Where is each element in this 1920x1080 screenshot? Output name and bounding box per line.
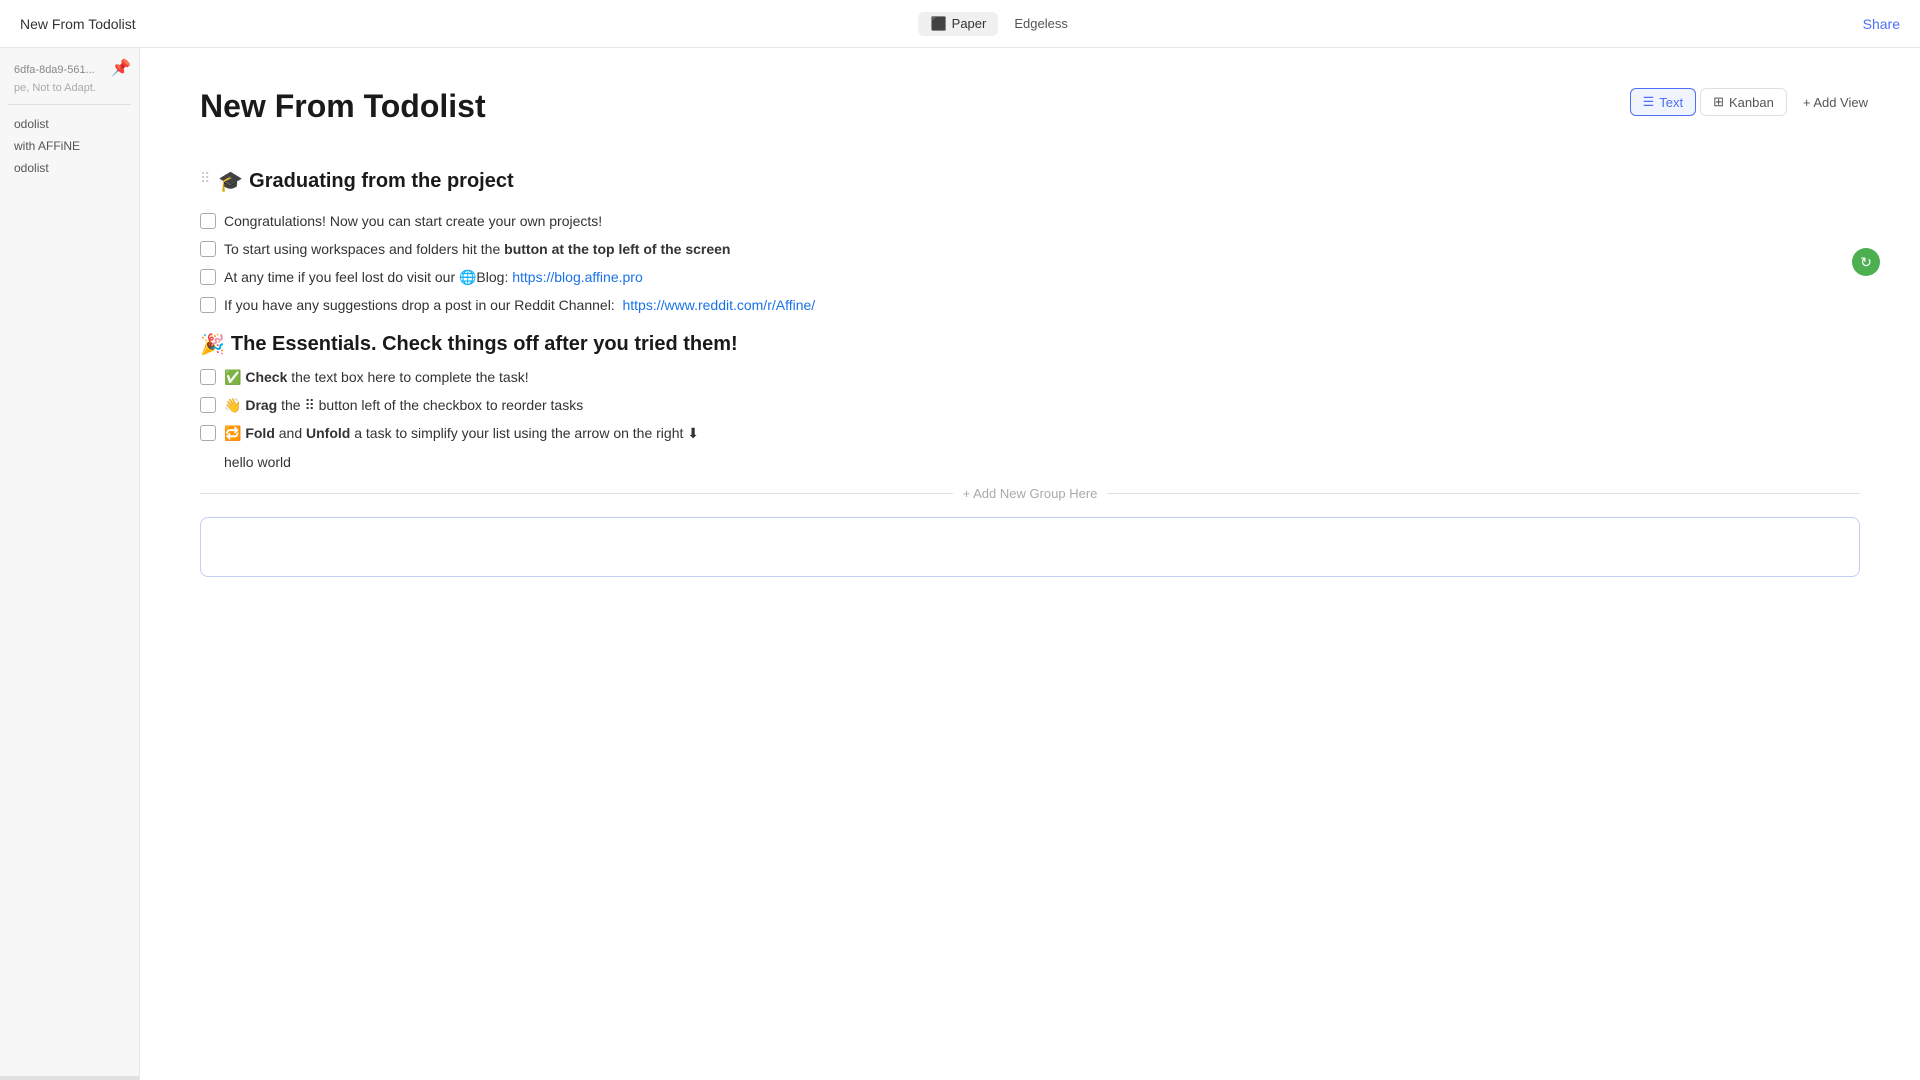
share-button[interactable]: Share	[1863, 16, 1900, 32]
page-title: New From Todolist	[200, 88, 1860, 125]
todo-text-2: To start using workspaces and folders hi…	[224, 239, 731, 260]
add-view-button[interactable]: + Add View	[1791, 90, 1880, 115]
list-icon: ☰	[1643, 94, 1655, 110]
checkbox-3[interactable]	[200, 269, 216, 285]
topbar: New From Todolist ⬛ Paper Edgeless Share	[0, 0, 1920, 48]
tab-paper[interactable]: ⬛ Paper	[918, 12, 998, 36]
drag-handle-1[interactable]: ⠿	[200, 170, 210, 187]
todo-text-3: At any time if you feel lost do visit ou…	[224, 267, 643, 288]
checkbox-7[interactable]	[200, 425, 216, 441]
affine-blog-link[interactable]: https://blog.affine.pro	[512, 269, 643, 285]
plain-text: hello world	[224, 454, 1860, 470]
todo-item-4: If you have any suggestions drop a post …	[200, 295, 1860, 316]
main-layout: 📌 6dfa-8da9-561... pe, Not to Adapt. odo…	[0, 48, 1920, 1080]
view-controls: ☰ Text ⊞ Kanban + Add View	[1630, 88, 1880, 116]
todo-item-7: 🔁 Fold and Unfold a task to simplify you…	[200, 423, 1860, 444]
checkbox-4[interactable]	[200, 297, 216, 313]
todo-text-5: ✅ Check the text box here to complete th…	[224, 367, 529, 388]
checkbox-5[interactable]	[200, 369, 216, 385]
sidebar: 📌 6dfa-8da9-561... pe, Not to Adapt. odo…	[0, 48, 140, 1080]
sidebar-divider	[8, 104, 131, 105]
checkbox-2[interactable]	[200, 241, 216, 257]
todo-item-5: ✅ Check the text box here to complete th…	[200, 367, 1860, 388]
section-graduating: ⠿ 🎓Graduating from the project Congratul…	[200, 153, 1860, 316]
section-heading-2: 🎉 The Essentials. Check things off after…	[200, 332, 1860, 357]
todo-text-1: Congratulations! Now you can start creat…	[224, 211, 602, 232]
reddit-link[interactable]: https://www.reddit.com/r/Affine/	[622, 297, 815, 313]
tab-edgeless[interactable]: Edgeless	[1002, 12, 1079, 35]
view-kanban-button[interactable]: ⊞ Kanban	[1700, 88, 1787, 116]
sidebar-item-sub: pe, Not to Adapt.	[8, 80, 131, 96]
paper-icon: ⬛	[930, 16, 946, 32]
graduation-emoji: 🎓	[218, 169, 243, 194]
view-text-button[interactable]: ☰ Text	[1630, 88, 1697, 116]
section-essentials: 🎉 The Essentials. Check things off after…	[200, 332, 1860, 444]
topbar-title: New From Todolist	[20, 16, 136, 32]
sidebar-nav-todolist-1[interactable]: odolist	[8, 113, 131, 135]
todo-text-4: If you have any suggestions drop a post …	[224, 295, 815, 316]
checkbox-1[interactable]	[200, 213, 216, 229]
todo-text-6: 👋 Drag the ⠿ button left of the checkbox…	[224, 395, 583, 416]
todo-text-7: 🔁 Fold and Unfold a task to simplify you…	[224, 423, 699, 444]
add-group-button[interactable]: + Add New Group Here	[963, 486, 1098, 501]
todo-item-1: Congratulations! Now you can start creat…	[200, 211, 1860, 232]
todo-item-6: 👋 Drag the ⠿ button left of the checkbox…	[200, 395, 1860, 416]
topbar-center: ⬛ Paper Edgeless	[918, 12, 1079, 36]
group-line-left	[200, 493, 953, 494]
sidebar-nav-affine[interactable]: with AFFiNE	[8, 135, 131, 157]
sync-icon[interactable]: ↻	[1852, 248, 1880, 276]
sidebar-nav-todolist-2[interactable]: odolist	[8, 157, 131, 179]
section-heading-1: 🎓Graduating from the project	[218, 169, 513, 194]
pin-icon[interactable]: 📌	[111, 58, 131, 78]
essentials-emoji: 🎉	[200, 332, 225, 357]
content-area: ☰ Text ⊞ Kanban + Add View ↻ New From To…	[140, 48, 1920, 1080]
todo-item-3: At any time if you feel lost do visit ou…	[200, 267, 1860, 288]
add-group-row: + Add New Group Here	[200, 486, 1860, 501]
sidebar-scrollbar[interactable]	[0, 1076, 139, 1080]
todo-item-2: To start using workspaces and folders hi…	[200, 239, 1860, 260]
group-line-right	[1107, 493, 1860, 494]
checkbox-6[interactable]	[200, 397, 216, 413]
kanban-icon: ⊞	[1713, 94, 1724, 110]
new-group-container[interactable]	[200, 517, 1860, 577]
